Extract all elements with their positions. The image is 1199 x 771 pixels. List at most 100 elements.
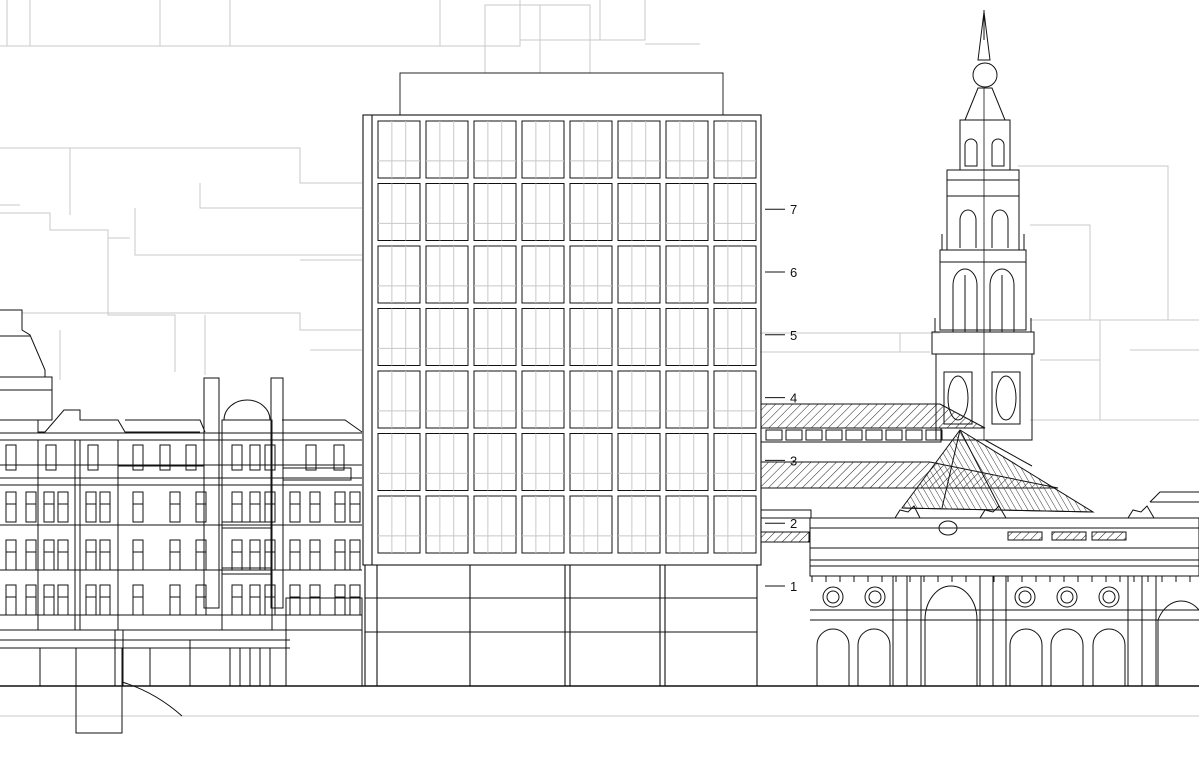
roof-vent <box>845 429 863 441</box>
facade-panel <box>569 433 613 491</box>
terrace-window <box>85 491 97 523</box>
facade-panel <box>425 495 469 554</box>
facade-panel <box>521 183 565 241</box>
facade-panel <box>617 370 661 429</box>
facade-panel <box>377 370 421 429</box>
facade-panel <box>425 433 469 491</box>
terrace-window <box>264 491 276 523</box>
facade-panel <box>569 245 613 304</box>
proposed-building <box>362 72 762 686</box>
terrace-window <box>5 539 17 571</box>
terrace-window <box>43 491 55 523</box>
terrace-window <box>349 491 361 523</box>
attic-window <box>264 444 276 471</box>
terrace-window <box>25 584 37 616</box>
facade-panel <box>665 495 709 554</box>
facade-panel <box>473 433 517 491</box>
terrace-window <box>264 539 276 571</box>
elevation-drawing: 1234567 <box>0 0 1199 734</box>
terrace-window <box>85 584 97 616</box>
terrace-window <box>99 584 111 616</box>
facade-panel <box>425 370 469 429</box>
attic-window <box>249 444 261 471</box>
floor-label: 4 <box>790 391 797 406</box>
facade-panel <box>473 183 517 241</box>
facade-panel <box>425 245 469 304</box>
facade-panel <box>473 370 517 429</box>
attic-window <box>87 444 99 471</box>
floor-label: 1 <box>790 579 797 594</box>
facade-panel <box>617 433 661 491</box>
terrace-window <box>43 539 55 571</box>
facade-panel <box>425 120 469 179</box>
facade-panel <box>473 120 517 179</box>
facade-panel <box>569 495 613 554</box>
facade-panel <box>569 370 613 429</box>
terrace-window <box>231 539 243 571</box>
facade-panel <box>377 433 421 491</box>
facade-panel <box>713 308 757 366</box>
facade-panel <box>665 433 709 491</box>
terrace-window <box>249 539 261 571</box>
roof-vent <box>925 429 943 441</box>
roof-vent <box>885 429 903 441</box>
floor-label: 7 <box>790 202 797 217</box>
terrace-window <box>169 539 181 571</box>
terrace-window <box>5 584 17 616</box>
facade-panel <box>521 245 565 304</box>
attic-window <box>333 444 345 471</box>
roof-vent <box>765 429 783 441</box>
terrace-windows <box>5 444 361 616</box>
market-frieze <box>811 531 1191 582</box>
facade-panel <box>569 183 613 241</box>
terrace-window <box>289 584 301 616</box>
terrace-window <box>249 584 261 616</box>
terrace-window <box>99 491 111 523</box>
facade-panel <box>713 495 757 554</box>
terrace-window <box>85 539 97 571</box>
frieze-panel <box>1051 531 1087 541</box>
terrace-window <box>99 539 111 571</box>
facade-panel <box>521 433 565 491</box>
roof-vent <box>785 429 803 441</box>
facade-panel <box>665 183 709 241</box>
facade-panel <box>377 495 421 554</box>
facade-panel <box>665 245 709 304</box>
terrace-window <box>334 491 346 523</box>
roof-vent <box>865 429 883 441</box>
facade-panel <box>521 370 565 429</box>
facade-panel <box>521 308 565 366</box>
terrace-window <box>169 491 181 523</box>
facade-panel <box>425 183 469 241</box>
terrace-window <box>289 491 301 523</box>
market-facade <box>760 491 1199 687</box>
terrace-window <box>132 539 144 571</box>
terrace-window <box>264 584 276 616</box>
terrace-window <box>309 539 321 571</box>
terrace-window <box>309 491 321 523</box>
facade-panel <box>713 245 757 304</box>
floor-label: 5 <box>790 328 797 343</box>
terrace-window <box>309 584 321 616</box>
terrace-window <box>132 491 144 523</box>
terrace-window <box>231 491 243 523</box>
facade-panel <box>425 308 469 366</box>
terrace-window <box>169 584 181 616</box>
roof-vent <box>905 429 923 441</box>
roof-vent <box>805 429 823 441</box>
frieze-panel <box>1091 531 1127 541</box>
terrace-window <box>57 539 69 571</box>
facade-panel <box>569 120 613 179</box>
attic-window <box>5 444 17 471</box>
facade-panel <box>665 308 709 366</box>
market-hall-roof <box>760 403 1095 543</box>
frieze-panel <box>1007 531 1043 541</box>
facade-panel <box>617 495 661 554</box>
terrace-window <box>57 584 69 616</box>
facade-panel <box>377 120 421 179</box>
terrace-window <box>231 584 243 616</box>
attic-window <box>305 444 317 471</box>
terrace-window <box>349 584 361 616</box>
facade-panel <box>377 183 421 241</box>
facade-panel <box>713 183 757 241</box>
